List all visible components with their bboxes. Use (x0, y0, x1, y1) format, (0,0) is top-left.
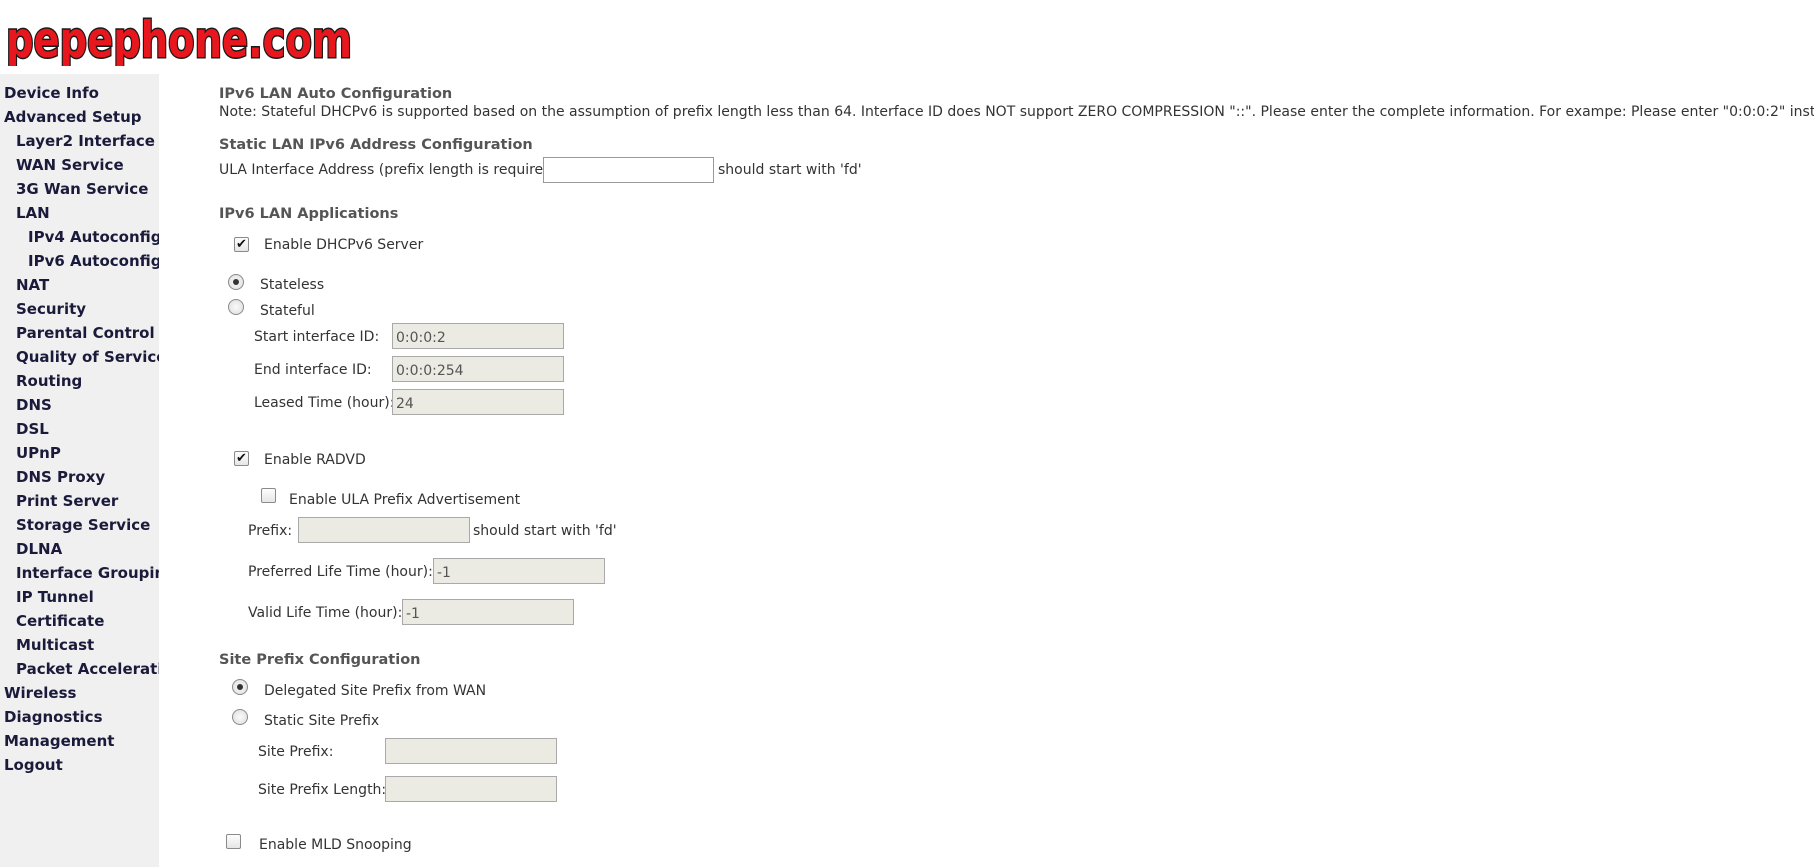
sidebar-item-dns-proxy[interactable]: DNS Proxy (16, 468, 105, 486)
enable-dhcpv6-label: Enable DHCPv6 Server (264, 237, 424, 253)
sidebar-item-3g-wan-service[interactable]: 3G Wan Service (16, 180, 148, 198)
page-title: IPv6 LAN Auto Configuration (219, 86, 453, 102)
prefix-hint: should start with 'fd' (473, 523, 617, 539)
stateful-label: Stateful (260, 303, 315, 319)
ula-address-input[interactable] (543, 157, 714, 183)
sidebar-item-routing[interactable]: Routing (16, 372, 82, 390)
static-lan-heading: Static LAN IPv6 Address Configuration (219, 137, 533, 153)
sidebar-item-security[interactable]: Security (16, 300, 86, 318)
sidebar-item-upnp[interactable]: UPnP (16, 444, 61, 462)
valid-life-time-label: Valid Life Time (hour): (248, 605, 403, 621)
delegated-site-prefix-radio[interactable] (232, 679, 248, 695)
site-prefix-input[interactable] (385, 738, 557, 764)
sidebar-item-dsl[interactable]: DSL (16, 420, 49, 438)
site-prefix-length-input[interactable] (385, 776, 557, 802)
sidebar-item-storage-service[interactable]: Storage Service (16, 516, 150, 534)
sidebar-item-interface-grouping[interactable]: Interface Grouping (16, 564, 159, 582)
enable-radvd-checkbox[interactable]: ✔ (234, 451, 249, 466)
enable-radvd-label: Enable RADVD (264, 452, 366, 468)
logo-text: pepephone.com (6, 11, 352, 66)
site-prefix-label: Site Prefix: (258, 744, 334, 760)
sidebar-item-multicast[interactable]: Multicast (16, 636, 94, 654)
leased-time-input[interactable] (392, 389, 564, 415)
sidebar-item-certificate[interactable]: Certificate (16, 612, 104, 630)
prefix-label: Prefix: (248, 523, 293, 539)
ula-address-label: ULA Interface Address (prefix length is … (219, 162, 563, 178)
preferred-life-time-input[interactable] (433, 558, 605, 584)
static-site-prefix-radio[interactable] (232, 709, 248, 725)
sidebar-item-dns[interactable]: DNS (16, 396, 52, 414)
sidebar-item-parental-control[interactable]: Parental Control (16, 324, 155, 342)
site-prefix-length-label: Site Prefix Length: (258, 782, 387, 798)
enable-dhcpv6-checkbox[interactable]: ✔ (234, 237, 249, 252)
start-interface-id-input[interactable] (392, 323, 564, 349)
sidebar-item-device-info[interactable]: Device Info (4, 84, 99, 102)
end-interface-id-input[interactable] (392, 356, 564, 382)
pepephone-logo: pepephone.com (5, 10, 354, 66)
sidebar-item-nat[interactable]: NAT (16, 276, 49, 294)
stateless-label: Stateless (260, 277, 325, 293)
sidebar-item-logout[interactable]: Logout (4, 756, 63, 774)
prefix-input[interactable] (298, 517, 470, 543)
sidebar-item-lan[interactable]: LAN (16, 204, 50, 222)
note-text: Note: Stateful DHCPv6 is supported based… (219, 104, 1814, 120)
sidebar-item-ipv6-autoconfig[interactable]: IPv6 Autoconfig (28, 252, 159, 270)
sidebar-item-packet-acceleration[interactable]: Packet Acceleration (16, 660, 159, 678)
sidebar-item-wan-service[interactable]: WAN Service (16, 156, 124, 174)
stateful-radio[interactable] (228, 299, 244, 315)
sidebar-nav: Device Info Advanced Setup Layer2 Interfac… (0, 74, 159, 867)
sidebar-item-management[interactable]: Management (4, 732, 114, 750)
ula-address-hint: should start with 'fd' (718, 162, 862, 178)
sidebar-item-diagnostics[interactable]: Diagnostics (4, 708, 103, 726)
start-interface-id-label: Start interface ID: (254, 329, 380, 345)
enable-mld-snooping-label: Enable MLD Snooping (259, 837, 412, 853)
delegated-site-prefix-label: Delegated Site Prefix from WAN (264, 683, 487, 699)
enable-ula-prefix-label: Enable ULA Prefix Advertisement (289, 492, 521, 508)
static-site-prefix-label: Static Site Prefix (264, 713, 380, 729)
enable-mld-snooping-checkbox[interactable] (226, 834, 241, 849)
sidebar-item-advanced-setup[interactable]: Advanced Setup (4, 108, 142, 126)
sidebar-item-layer2-interface[interactable]: Layer2 Interface (16, 132, 155, 150)
sidebar-item-wireless[interactable]: Wireless (4, 684, 76, 702)
leased-time-label: Leased Time (hour): (254, 395, 395, 411)
sidebar-item-ipv4-autoconfig[interactable]: IPv4 Autoconfig (28, 228, 159, 246)
sidebar-item-ip-tunnel[interactable]: IP Tunnel (16, 588, 94, 606)
end-interface-id-label: End interface ID: (254, 362, 372, 378)
sidebar-item-quality-of-service[interactable]: Quality of Service (16, 348, 159, 366)
sidebar-item-print-server[interactable]: Print Server (16, 492, 118, 510)
valid-life-time-input[interactable] (402, 599, 574, 625)
enable-ula-prefix-checkbox[interactable] (261, 488, 276, 503)
ipv6-apps-heading: IPv6 LAN Applications (219, 206, 399, 222)
preferred-life-time-label: Preferred Life Time (hour): (248, 564, 433, 580)
stateless-radio[interactable] (228, 274, 244, 290)
sidebar-item-dlna[interactable]: DLNA (16, 540, 62, 558)
site-prefix-heading: Site Prefix Configuration (219, 652, 421, 668)
